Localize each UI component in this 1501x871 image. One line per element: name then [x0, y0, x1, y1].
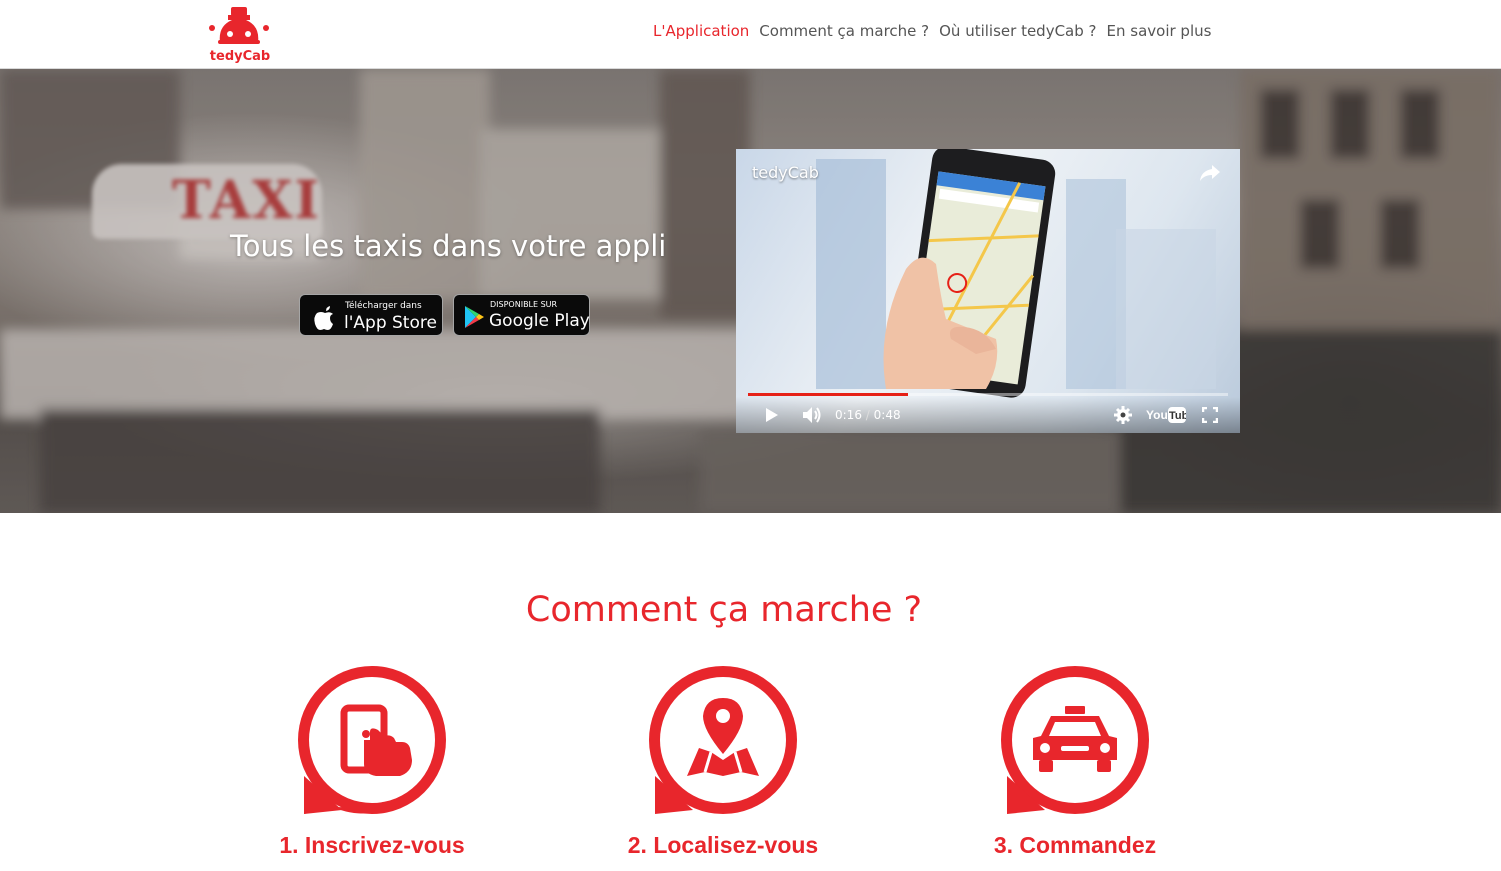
phone-tap-icon	[298, 666, 446, 814]
step-order: 3. Commandez	[975, 664, 1175, 864]
hero-section: TAXI Tous les taxis dans votre appli Tél…	[0, 69, 1501, 513]
nav-item-application[interactable]: L'Application	[648, 22, 754, 40]
video-time-separator: /	[865, 408, 870, 422]
video-progress-fill	[748, 393, 908, 396]
video-current-time: 0:16	[835, 408, 862, 422]
taxi-hat-logo-icon	[209, 7, 269, 44]
youtube-logo[interactable]: You Tube	[1146, 405, 1186, 425]
play-triangle-icon	[465, 306, 484, 328]
app-store-sub: Télécharger dans	[345, 301, 422, 311]
share-arrow-icon[interactable]	[1198, 163, 1222, 183]
nav-item-learn-more[interactable]: En savoir plus	[1102, 22, 1217, 40]
logo-text: tedyCab	[209, 49, 271, 64]
google-play-button[interactable]: DISPONIBLE SUR Google Play	[453, 294, 590, 336]
app-store-button[interactable]: Télécharger dans l'App Store	[299, 294, 443, 336]
map-pin-icon	[649, 666, 797, 814]
fullscreen-icon[interactable]	[1202, 407, 1218, 423]
video-duration: 0:48	[873, 408, 901, 422]
step-1-label: 1. Inscrivez-vous	[279, 832, 465, 858]
video-controls: 0:16 / 0:48 You Tube	[736, 397, 1240, 433]
step-sign-up: 1. Inscrivez-vous	[272, 664, 472, 864]
video-progress-bar[interactable]	[748, 393, 1228, 396]
svg-text:You: You	[1146, 408, 1168, 422]
play-icon[interactable]	[764, 407, 780, 423]
nav-item-where-to-use[interactable]: Où utiliser tedyCab ?	[934, 22, 1101, 40]
video-time: 0:16 / 0:48	[835, 408, 901, 422]
app-store-main: l'App Store	[344, 313, 437, 333]
how-it-works-title: Comment ça marche ?	[525, 590, 923, 630]
step-3-label: 3. Commandez	[993, 832, 1157, 858]
google-play-main: Google Play	[489, 311, 590, 331]
video-player[interactable]: tedyCab 0:16 / 0:48 You Tub	[736, 149, 1240, 433]
video-title: tedyCab	[752, 163, 819, 182]
taxi-car-icon	[1001, 666, 1149, 814]
video-thumbnail	[816, 149, 1216, 398]
google-play-sub: DISPONIBLE SUR	[490, 300, 558, 309]
site-header: tedyCab L'Application Comment ça marche …	[0, 0, 1501, 69]
apple-icon	[314, 306, 333, 330]
settings-gear-icon[interactable]	[1114, 406, 1132, 424]
main-nav: L'Application Comment ça marche ? Où uti…	[648, 22, 1216, 40]
step-locate: 2. Localisez-vous	[623, 664, 823, 864]
tedycab-logo[interactable]: tedyCab	[204, 4, 274, 64]
hero-title: Tous les taxis dans votre appli	[230, 229, 667, 263]
svg-text:Tube: Tube	[1169, 410, 1186, 422]
nav-item-how-it-works[interactable]: Comment ça marche ?	[754, 22, 934, 40]
step-2-label: 2. Localisez-vous	[627, 832, 819, 858]
volume-icon[interactable]	[802, 406, 822, 424]
